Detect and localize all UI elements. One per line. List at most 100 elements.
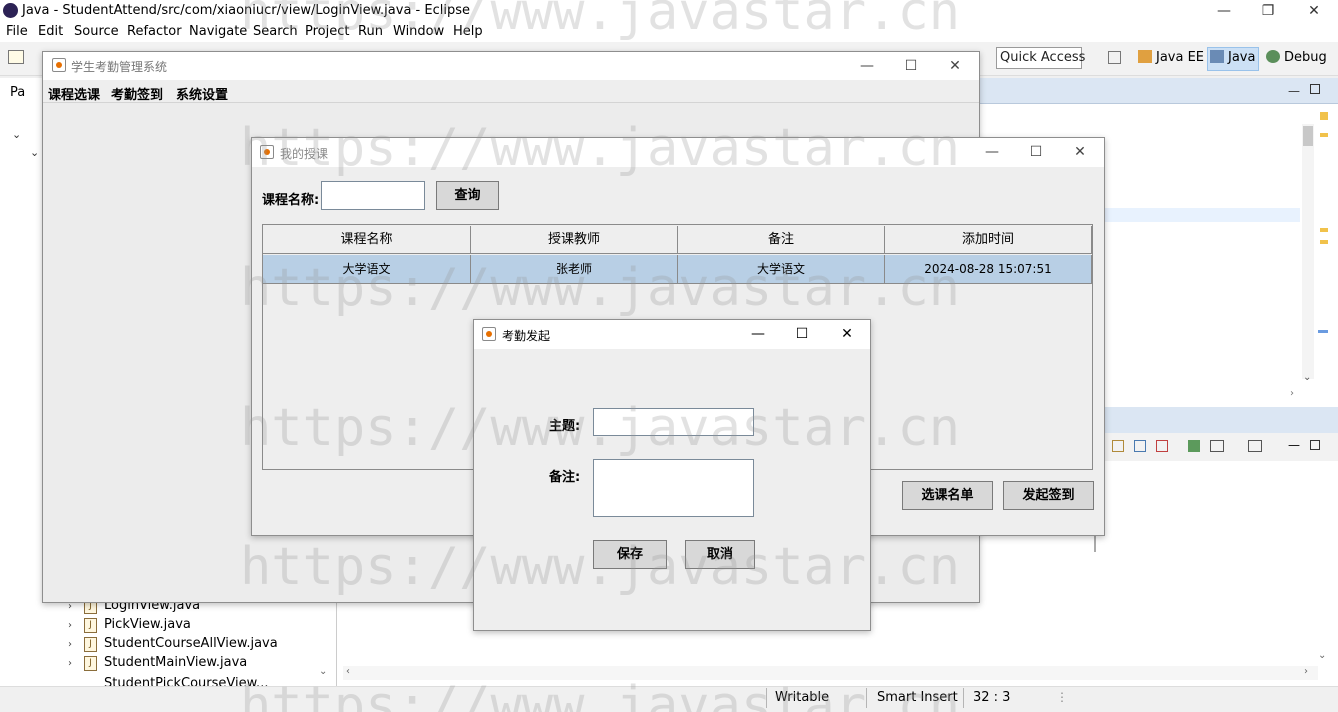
tree-expand-icon[interactable]: ⌄ (12, 128, 21, 141)
cancel-button[interactable]: 取消 (685, 540, 755, 569)
console-action-icon[interactable] (1112, 440, 1124, 452)
overview-marker (1318, 330, 1328, 333)
table-cell-teacher[interactable]: 张老师 (471, 255, 678, 283)
menu-search[interactable]: Search (253, 24, 298, 39)
menu-edit[interactable]: Edit (38, 24, 63, 39)
perspective-debug[interactable]: Debug (1266, 50, 1327, 65)
eclipse-close-icon[interactable]: ✕ (1302, 1, 1326, 21)
java-app-icon (52, 58, 66, 72)
console-action-icon[interactable] (1156, 440, 1168, 452)
console-scroll-down-icon[interactable]: ⌄ (1318, 650, 1326, 661)
menu-navigate[interactable]: Navigate (189, 24, 247, 39)
menu-run[interactable]: Run (358, 24, 383, 39)
editor-scroll-thumb[interactable] (1303, 126, 1313, 146)
editor-scrollbar[interactable] (1302, 124, 1314, 379)
course-list-button[interactable]: 选课名单 (902, 481, 993, 510)
courses-close-icon[interactable]: ✕ (1058, 138, 1102, 166)
main-close-icon[interactable]: ✕ (933, 52, 977, 80)
courses-window-title: 我的授课 (280, 147, 329, 161)
perspective-java-ee-label: Java EE (1156, 50, 1205, 65)
menu-file[interactable]: File (6, 24, 28, 39)
tree-arrow-icon[interactable]: › (68, 639, 72, 650)
perspective-java-label: Java (1228, 50, 1256, 65)
main-window-title: 学生考勤管理系统 (71, 60, 168, 74)
menu-project[interactable]: Project (305, 24, 349, 39)
dialog-minimize-icon[interactable]: — (736, 320, 780, 348)
course-name-label: 课程名称: (262, 193, 320, 208)
table-header-added-time[interactable]: 添加时间 (885, 226, 1092, 254)
table-header-course-name[interactable]: 课程名称 (263, 226, 471, 254)
java-ee-icon (1138, 50, 1152, 63)
status-separator (963, 688, 964, 708)
tree-file-partial[interactable]: StudentPickCourseView... (104, 676, 268, 686)
tree-scroll-down-icon[interactable]: ⌄ (319, 666, 327, 677)
scroll-right-icon[interactable]: › (1290, 388, 1294, 399)
menu-system-settings[interactable]: 系统设置 (176, 84, 228, 103)
new-icon[interactable] (8, 50, 24, 64)
minimize-view-icon[interactable]: — (1288, 84, 1300, 98)
status-bar (0, 686, 1338, 712)
java-perspective-icon (1210, 50, 1224, 63)
start-checkin-button[interactable]: 发起签到 (1003, 481, 1094, 510)
perspective-java[interactable]: Java (1210, 50, 1255, 65)
console-hscrollbar[interactable] (343, 666, 1318, 680)
quick-access-field[interactable]: Quick Access (996, 47, 1085, 69)
main-minimize-icon[interactable]: — (845, 52, 889, 80)
overview-marker (1320, 240, 1328, 244)
courses-window-shadow (1094, 536, 1096, 552)
tree-file-studentcourseallview[interactable]: StudentCourseAllView.java (104, 636, 278, 651)
tree-expand-icon-2[interactable]: ⌄ (30, 146, 39, 159)
tree-file-pickview[interactable]: PickView.java (104, 617, 191, 632)
menu-help[interactable]: Help (453, 24, 483, 39)
java-file-icon: J (84, 656, 97, 671)
menu-source[interactable]: Source (74, 24, 119, 39)
note-label: 备注: (549, 470, 581, 485)
query-button[interactable]: 查询 (436, 181, 499, 210)
menu-attendance[interactable]: 考勤签到 (111, 84, 163, 103)
package-explorer-tab[interactable]: Pa (10, 85, 25, 100)
console-pin-icon[interactable] (1188, 440, 1200, 452)
tree-file-studentmainview[interactable]: StudentMainView.java (104, 655, 247, 670)
maximize-view-icon[interactable] (1310, 84, 1320, 94)
main-window-titlebar[interactable] (43, 52, 979, 80)
eclipse-minimize-icon[interactable]: — (1212, 1, 1236, 21)
eclipse-maximize-icon[interactable]: ❐ (1256, 1, 1280, 21)
subject-input[interactable] (593, 408, 754, 436)
eclipse-logo-icon (3, 3, 18, 18)
console-display-icon[interactable] (1210, 440, 1224, 452)
menu-course-select[interactable]: 课程选课 (48, 84, 100, 103)
dialog-maximize-icon[interactable]: ☐ (780, 320, 824, 348)
tree-arrow-icon[interactable]: › (68, 658, 72, 669)
scroll-down-icon[interactable]: ⌄ (1303, 372, 1311, 383)
table-cell-note[interactable]: 大学语文 (678, 255, 885, 283)
perspective-java-ee[interactable]: Java EE (1138, 50, 1204, 65)
status-grip-icon: ⋮ (1056, 690, 1068, 704)
scroll-left-icon[interactable]: ‹ (346, 666, 350, 677)
save-button[interactable]: 保存 (593, 540, 667, 569)
main-maximize-icon[interactable]: ☐ (889, 52, 933, 80)
console-tabbar (1104, 407, 1338, 433)
overview-warning-marker (1320, 112, 1328, 120)
console-action-icon[interactable] (1134, 440, 1146, 452)
dialog-close-icon[interactable]: ✕ (825, 320, 869, 348)
open-perspective-icon[interactable] (1108, 51, 1121, 64)
minimize-console-icon[interactable]: — (1288, 438, 1300, 452)
status-insert-mode: Smart Insert (877, 690, 958, 705)
scroll-right-icon[interactable]: › (1304, 666, 1308, 677)
courses-minimize-icon[interactable]: — (970, 138, 1014, 166)
perspective-debug-label: Debug (1284, 50, 1327, 65)
note-textarea[interactable] (593, 459, 754, 517)
table-cell-added-time[interactable]: 2024-08-28 15:07:51 (885, 255, 1092, 283)
table-cell-course-name[interactable]: 大学语文 (263, 255, 471, 283)
console-open-icon[interactable] (1248, 440, 1262, 452)
status-separator (766, 688, 767, 708)
tree-arrow-icon[interactable]: › (68, 620, 72, 631)
maximize-console-icon[interactable] (1310, 440, 1320, 450)
menu-refactor[interactable]: Refactor (127, 24, 182, 39)
courses-maximize-icon[interactable]: ☐ (1014, 138, 1058, 166)
table-header-note[interactable]: 备注 (678, 226, 885, 254)
course-name-input[interactable] (321, 181, 425, 210)
table-header-teacher[interactable]: 授课教师 (471, 226, 678, 254)
eclipse-window-title: Java - StudentAttend/src/com/xiaoniucr/v… (22, 3, 470, 18)
menu-window[interactable]: Window (393, 24, 444, 39)
